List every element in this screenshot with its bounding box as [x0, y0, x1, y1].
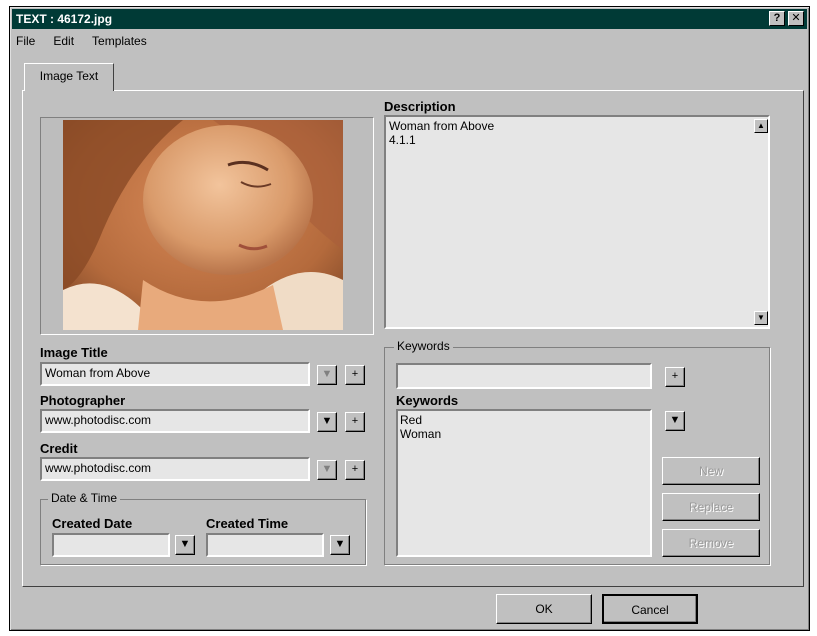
- menu-edit[interactable]: Edit: [51, 33, 76, 51]
- photographer-label: Photographer: [40, 393, 126, 408]
- replace-keyword-button[interactable]: Replace: [662, 493, 760, 521]
- credit-label: Credit: [40, 441, 78, 456]
- image-title-add-button[interactable]: +: [345, 365, 365, 385]
- plus-icon: +: [351, 368, 359, 380]
- scroll-down-icon[interactable]: ▼: [754, 311, 768, 325]
- image-title-dropdown-button[interactable]: ▼: [317, 365, 337, 385]
- chevron-down-icon: ▼: [669, 414, 681, 426]
- created-time-input[interactable]: [206, 533, 324, 557]
- help-button[interactable]: ?: [769, 11, 785, 26]
- description-label: Description: [384, 99, 456, 114]
- credit-input[interactable]: www.photodisc.com: [40, 457, 310, 481]
- tab-image-text[interactable]: Image Text: [24, 63, 114, 91]
- menu-bar: File Edit Templates: [14, 33, 149, 51]
- dialog-window: TEXT : 46172.jpg ? ✕ File Edit Templates…: [9, 6, 810, 631]
- menu-templates[interactable]: Templates: [90, 33, 149, 51]
- credit-add-button[interactable]: +: [345, 460, 365, 480]
- chevron-down-icon: ▼: [321, 368, 333, 380]
- new-keyword-button[interactable]: New: [662, 457, 760, 485]
- cancel-button[interactable]: Cancel: [602, 594, 698, 624]
- ok-button[interactable]: OK: [496, 594, 592, 624]
- credit-dropdown-button[interactable]: ▼: [317, 460, 337, 480]
- created-time-dropdown-button[interactable]: ▼: [330, 535, 350, 555]
- created-date-dropdown-button[interactable]: ▼: [175, 535, 195, 555]
- photographer-add-button[interactable]: +: [345, 412, 365, 432]
- photographer-input[interactable]: www.photodisc.com: [40, 409, 310, 433]
- date-time-group-label: Date & Time: [48, 491, 121, 505]
- created-date-input[interactable]: [52, 533, 170, 557]
- chevron-down-icon: ▼: [321, 415, 333, 427]
- list-item[interactable]: Red: [400, 413, 648, 427]
- preview-image: [63, 120, 343, 330]
- plus-icon: +: [351, 463, 359, 475]
- chevron-down-icon: ▼: [334, 538, 346, 550]
- photographer-dropdown-button[interactable]: ▼: [317, 412, 337, 432]
- keyword-entry-input[interactable]: [396, 363, 652, 389]
- chevron-down-icon: ▼: [179, 538, 191, 550]
- close-button[interactable]: ✕: [788, 11, 804, 26]
- title-bar[interactable]: TEXT : 46172.jpg ? ✕: [12, 9, 807, 29]
- keywords-dropdown-button[interactable]: ▼: [665, 411, 685, 431]
- remove-keyword-button[interactable]: Remove: [662, 529, 760, 557]
- keywords-group-label: Keywords: [394, 339, 453, 353]
- keywords-list-label: Keywords: [396, 393, 459, 408]
- plus-icon: +: [351, 415, 359, 427]
- list-item[interactable]: Woman: [400, 427, 648, 441]
- image-title-input[interactable]: Woman from Above: [40, 362, 310, 386]
- scroll-up-icon[interactable]: ▲: [754, 119, 768, 133]
- woman-photo-image: [63, 120, 343, 330]
- created-time-label: Created Time: [206, 516, 289, 531]
- description-textarea[interactable]: Woman from Above 4.1.1: [384, 115, 770, 329]
- image-title-label: Image Title: [40, 345, 108, 360]
- image-preview-frame: [40, 117, 374, 335]
- plus-icon: +: [671, 370, 679, 382]
- created-date-label: Created Date: [52, 516, 133, 531]
- window-title: TEXT : 46172.jpg: [16, 12, 113, 26]
- chevron-down-icon: ▼: [321, 463, 333, 475]
- keyword-add-button[interactable]: +: [665, 367, 685, 387]
- menu-file[interactable]: File: [14, 33, 37, 51]
- keywords-listbox[interactable]: Red Woman: [396, 409, 652, 557]
